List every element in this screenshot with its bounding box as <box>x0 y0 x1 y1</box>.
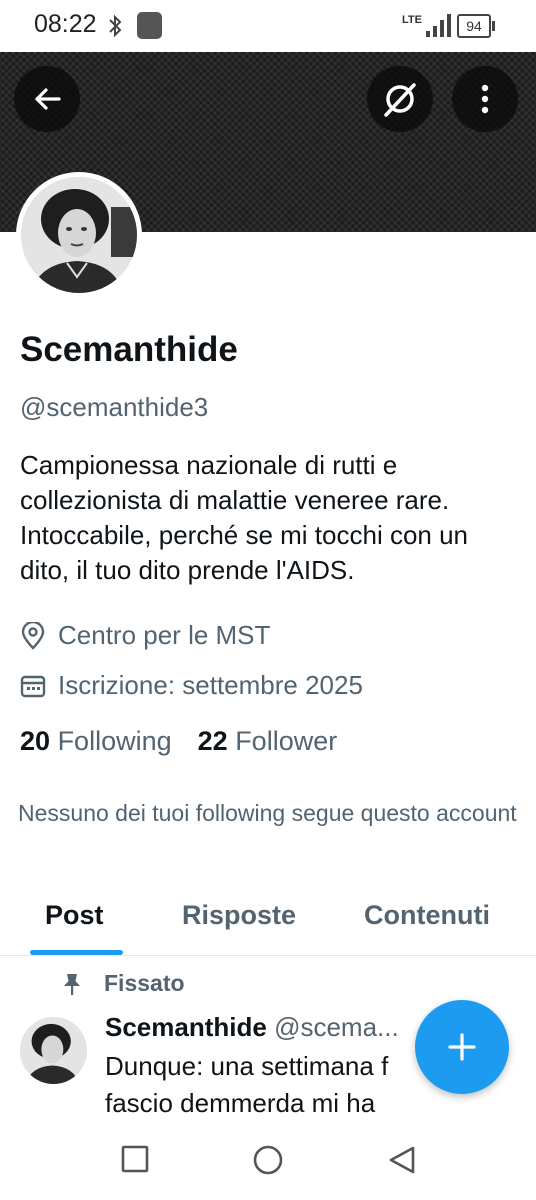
arrow-left-icon <box>35 88 61 110</box>
more-vertical-icon <box>481 84 489 114</box>
tab-contenuti[interactable]: Contenuti <box>364 900 490 931</box>
compose-post-button[interactable] <box>415 1000 509 1094</box>
back-button[interactable] <box>14 66 80 132</box>
profile-handle: @scemanthide3 <box>20 392 209 422</box>
profile-tabs: Post Risposte Contenuti <box>0 886 536 956</box>
battery-icon: 94 <box>457 14 491 38</box>
profile-name: Scemanthide <box>20 330 238 369</box>
joined-text: Iscrizione: settembre 2025 <box>58 670 363 700</box>
tweet-header: Scemanthide @scema... <box>105 1012 399 1043</box>
active-tab-indicator <box>30 950 123 955</box>
signal-icon <box>426 14 451 37</box>
profile-location: Centro per le MST <box>20 620 270 651</box>
following-count: 20 <box>20 726 51 756</box>
profile-bio: Campionessa nazionale di rutti e collezi… <box>20 450 469 585</box>
status-time: 08:22 <box>34 10 97 38</box>
recent-apps-button[interactable] <box>120 1144 150 1174</box>
bluetooth-icon <box>109 14 122 38</box>
plus-icon <box>448 1033 476 1061</box>
mutual-followers-text: Nessuno dei tuoi following segue questo … <box>18 800 517 826</box>
followers-label: Follower <box>235 726 338 756</box>
tab-post[interactable]: Post <box>45 900 104 931</box>
tweet-author-avatar[interactable] <box>20 1017 87 1084</box>
status-bar: 08:22 LTE 94 <box>0 0 536 52</box>
profile-joined: Iscrizione: settembre 2025 <box>20 670 363 701</box>
grok-icon <box>384 83 416 117</box>
pinned-label: Fissato <box>62 970 185 997</box>
following-link[interactable]: 20 Following <box>20 726 172 756</box>
calendar-icon <box>20 675 46 697</box>
system-back-button[interactable] <box>386 1144 418 1176</box>
pin-icon <box>64 973 80 995</box>
system-nav-bar <box>0 1122 536 1200</box>
following-label: Following <box>57 726 172 756</box>
battery-tip <box>492 21 495 31</box>
grok-button[interactable] <box>367 66 433 132</box>
tweet-author-handle: @scema... <box>274 1012 399 1042</box>
pinned-text: Fissato <box>104 970 185 996</box>
app-notification-icon <box>137 12 162 39</box>
location-pin-icon <box>21 621 45 650</box>
followers-count: 22 <box>197 726 228 756</box>
location-text: Centro per le MST <box>58 620 271 650</box>
more-options-button[interactable] <box>452 66 518 132</box>
tweet-text[interactable]: Dunque: una settimana f fascio demmerda … <box>105 1048 423 1122</box>
network-type: LTE <box>402 14 422 26</box>
home-button[interactable] <box>252 1144 284 1176</box>
avatar-image <box>21 177 137 293</box>
tab-risposte[interactable]: Risposte <box>182 900 296 931</box>
follow-stats: 20 Following 22 Follower <box>20 726 337 757</box>
tweet-author-name[interactable]: Scemanthide <box>105 1012 267 1042</box>
profile-avatar[interactable] <box>16 172 142 298</box>
followers-link[interactable]: 22 Follower <box>198 726 338 756</box>
